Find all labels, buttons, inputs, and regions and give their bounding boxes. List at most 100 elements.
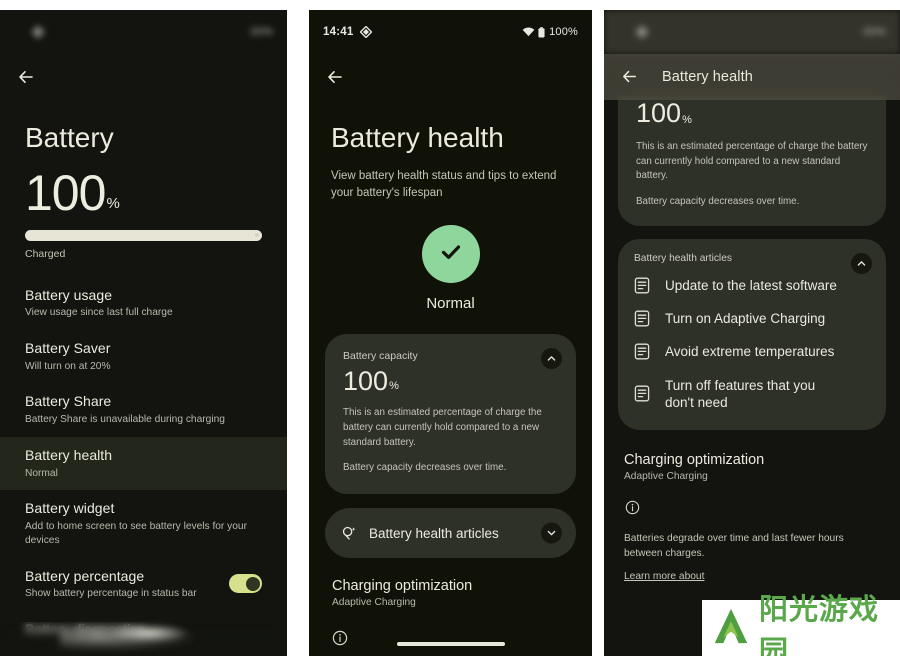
charging-optimization-title[interactable]: Charging optimization bbox=[332, 578, 592, 594]
row-title: Battery Saver bbox=[25, 339, 111, 356]
phone-panel-battery-health-scrolled: 00% Battery health 100 % This is an esti… bbox=[604, 10, 900, 656]
battery-settings-list: Battery usage View usage since last full… bbox=[0, 277, 287, 651]
battery-percentage-toggle[interactable] bbox=[229, 574, 262, 594]
app-bar-title: Battery health bbox=[662, 69, 753, 85]
page-title: Battery bbox=[25, 122, 114, 153]
card-header-label: Battery capacity bbox=[343, 350, 418, 363]
diamond-icon bbox=[31, 25, 45, 39]
charging-optimization-title[interactable]: Charging optimization bbox=[624, 452, 900, 468]
percent-sign: % bbox=[682, 114, 692, 127]
diamond-icon bbox=[359, 25, 373, 39]
article-item-extreme-temperatures[interactable]: Avoid extreme temperatures bbox=[634, 330, 870, 363]
document-icon bbox=[634, 343, 650, 360]
status-bar-panel3: 00% bbox=[604, 10, 900, 54]
status-bar-right: 00% bbox=[863, 26, 886, 38]
battery-health-articles-expanded: Battery health articles Update to the la… bbox=[618, 238, 886, 431]
check-icon bbox=[438, 239, 464, 270]
wifi-icon bbox=[522, 27, 535, 37]
capacity-paragraph-2: Battery capacity decreases over time. bbox=[636, 196, 800, 208]
capacity-percent-display: 100 % bbox=[343, 368, 558, 395]
article-item-turn-off-features[interactable]: Turn off features that you don't need bbox=[634, 364, 870, 415]
list-item-battery-saver[interactable]: Battery Saver Will turn on at 20% bbox=[0, 330, 287, 383]
status-bar-right: 100% bbox=[522, 26, 578, 38]
gutter-2 bbox=[592, 0, 604, 656]
status-bar-panel2: 14:41 100% bbox=[309, 10, 592, 54]
status-label: Normal bbox=[426, 295, 475, 313]
page-subtitle: View battery health status and tips to e… bbox=[331, 170, 557, 199]
screen-battery-health-scrolled: 00% Battery health 100 % This is an esti… bbox=[604, 10, 900, 656]
battery-progress-bar bbox=[25, 229, 262, 241]
watermark-logo-icon bbox=[710, 605, 752, 652]
phone-panel-battery-health: 14:41 100% Battery health View battery h… bbox=[309, 10, 592, 656]
capacity-paragraph-2: Battery capacity decreases over time. bbox=[343, 462, 507, 474]
battery-capacity-card: Battery capacity 100 % This is an estima… bbox=[325, 334, 576, 495]
page-title: Battery health bbox=[331, 122, 504, 153]
learn-more-link[interactable]: Learn more about bbox=[624, 571, 704, 582]
info-icon[interactable] bbox=[625, 500, 640, 515]
list-item-battery-percentage[interactable]: Battery percentage Show battery percenta… bbox=[0, 558, 287, 611]
article-label: Turn off features that you don't need bbox=[665, 377, 816, 410]
status-bar-left bbox=[14, 25, 45, 39]
list-item-battery-health[interactable]: Battery health Normal bbox=[0, 436, 287, 491]
row-subtitle: View usage since last full charge bbox=[25, 307, 173, 319]
row-subtitle: Add to home screen to see battery levels… bbox=[25, 521, 247, 546]
row-subtitle: Will turn on at 20% bbox=[25, 360, 111, 372]
status-circle bbox=[421, 225, 480, 284]
app-bar-panel2 bbox=[309, 54, 592, 100]
battery-health-articles-card[interactable]: Battery health articles bbox=[325, 508, 576, 559]
battery-capacity-card-partial: 100 % This is an estimated percentage of… bbox=[618, 96, 886, 226]
capacity-paragraph-1: This is an estimated percentage of charg… bbox=[343, 407, 542, 448]
collapse-chevron-up-icon[interactable] bbox=[541, 348, 562, 370]
article-label: Update to the latest software bbox=[665, 277, 837, 293]
capacity-paragraph-1: This is an estimated percentage of charg… bbox=[636, 141, 868, 182]
article-label: Turn on Adaptive Charging bbox=[665, 311, 826, 327]
back-arrow-icon[interactable] bbox=[325, 67, 345, 87]
info-icon[interactable] bbox=[332, 630, 348, 646]
watermark-text: 阳光游戏园 bbox=[759, 592, 880, 656]
row-title: Battery usage bbox=[25, 286, 113, 303]
status-bar-time: 14:41 bbox=[323, 26, 354, 38]
charging-optimization-sub: Adaptive Charging bbox=[624, 471, 708, 483]
battery-body: Battery 100 % Charged Battery usage View… bbox=[0, 122, 287, 651]
article-label: Avoid extreme temperatures bbox=[665, 344, 835, 360]
list-item-battery-diagnostics[interactable]: Battery diagnostics bbox=[0, 611, 287, 651]
gutter-1 bbox=[287, 0, 309, 656]
list-item-battery-share[interactable]: Battery Share Battery Share is unavailab… bbox=[0, 383, 287, 436]
gutter-top bbox=[0, 0, 900, 10]
capacity-percent-value: 100 bbox=[343, 366, 389, 397]
expand-chevron-down-icon[interactable] bbox=[541, 522, 562, 544]
row-title: Battery diagnostics bbox=[25, 620, 145, 637]
screenshot-root: 00% Battery 100 % Charged Battery usage … bbox=[0, 0, 900, 656]
document-icon bbox=[634, 310, 650, 327]
capacity-percent-display: 100 % bbox=[636, 96, 868, 129]
articles-card-label: Battery health articles bbox=[369, 525, 499, 541]
watermark: 阳光游戏园 bbox=[702, 592, 900, 656]
battery-percent-display: 100 % bbox=[0, 165, 287, 221]
document-icon bbox=[634, 277, 650, 294]
app-bar-panel3: Battery health bbox=[604, 54, 900, 100]
article-item-adaptive-charging[interactable]: Turn on Adaptive Charging bbox=[634, 297, 870, 330]
phone-panel-battery: 00% Battery 100 % Charged Battery usage … bbox=[0, 10, 287, 656]
articles-header-label: Battery health articles bbox=[634, 252, 732, 264]
home-indicator bbox=[396, 642, 505, 646]
row-subtitle: Battery Share is unavailable during char… bbox=[25, 414, 225, 426]
row-subtitle: Normal bbox=[25, 467, 58, 479]
list-item-battery-widget[interactable]: Battery widget Add to home screen to see… bbox=[0, 490, 287, 557]
diamond-icon bbox=[635, 25, 649, 39]
percent-sign: % bbox=[389, 380, 399, 393]
capacity-percent-value: 100 bbox=[636, 98, 682, 128]
screen-battery-health: 14:41 100% Battery health View battery h… bbox=[309, 10, 592, 656]
article-item-update-software[interactable]: Update to the latest software bbox=[634, 264, 870, 297]
back-arrow-icon[interactable] bbox=[16, 67, 36, 87]
back-arrow-icon[interactable] bbox=[620, 67, 640, 87]
row-title: Battery percentage bbox=[25, 567, 145, 584]
battery-icon bbox=[538, 26, 545, 38]
status-bar-panel1: 00% bbox=[0, 10, 287, 54]
collapse-chevron-up-icon[interactable] bbox=[851, 252, 872, 274]
list-item-battery-usage[interactable]: Battery usage View usage since last full… bbox=[0, 277, 287, 330]
battery-percent-value: 100 bbox=[25, 165, 106, 221]
status-bar-battery-percent: 100% bbox=[549, 26, 578, 38]
charge-status-label: Charged bbox=[25, 247, 66, 260]
status-bar-right: 00% bbox=[250, 26, 273, 38]
percent-sign: % bbox=[106, 194, 120, 212]
